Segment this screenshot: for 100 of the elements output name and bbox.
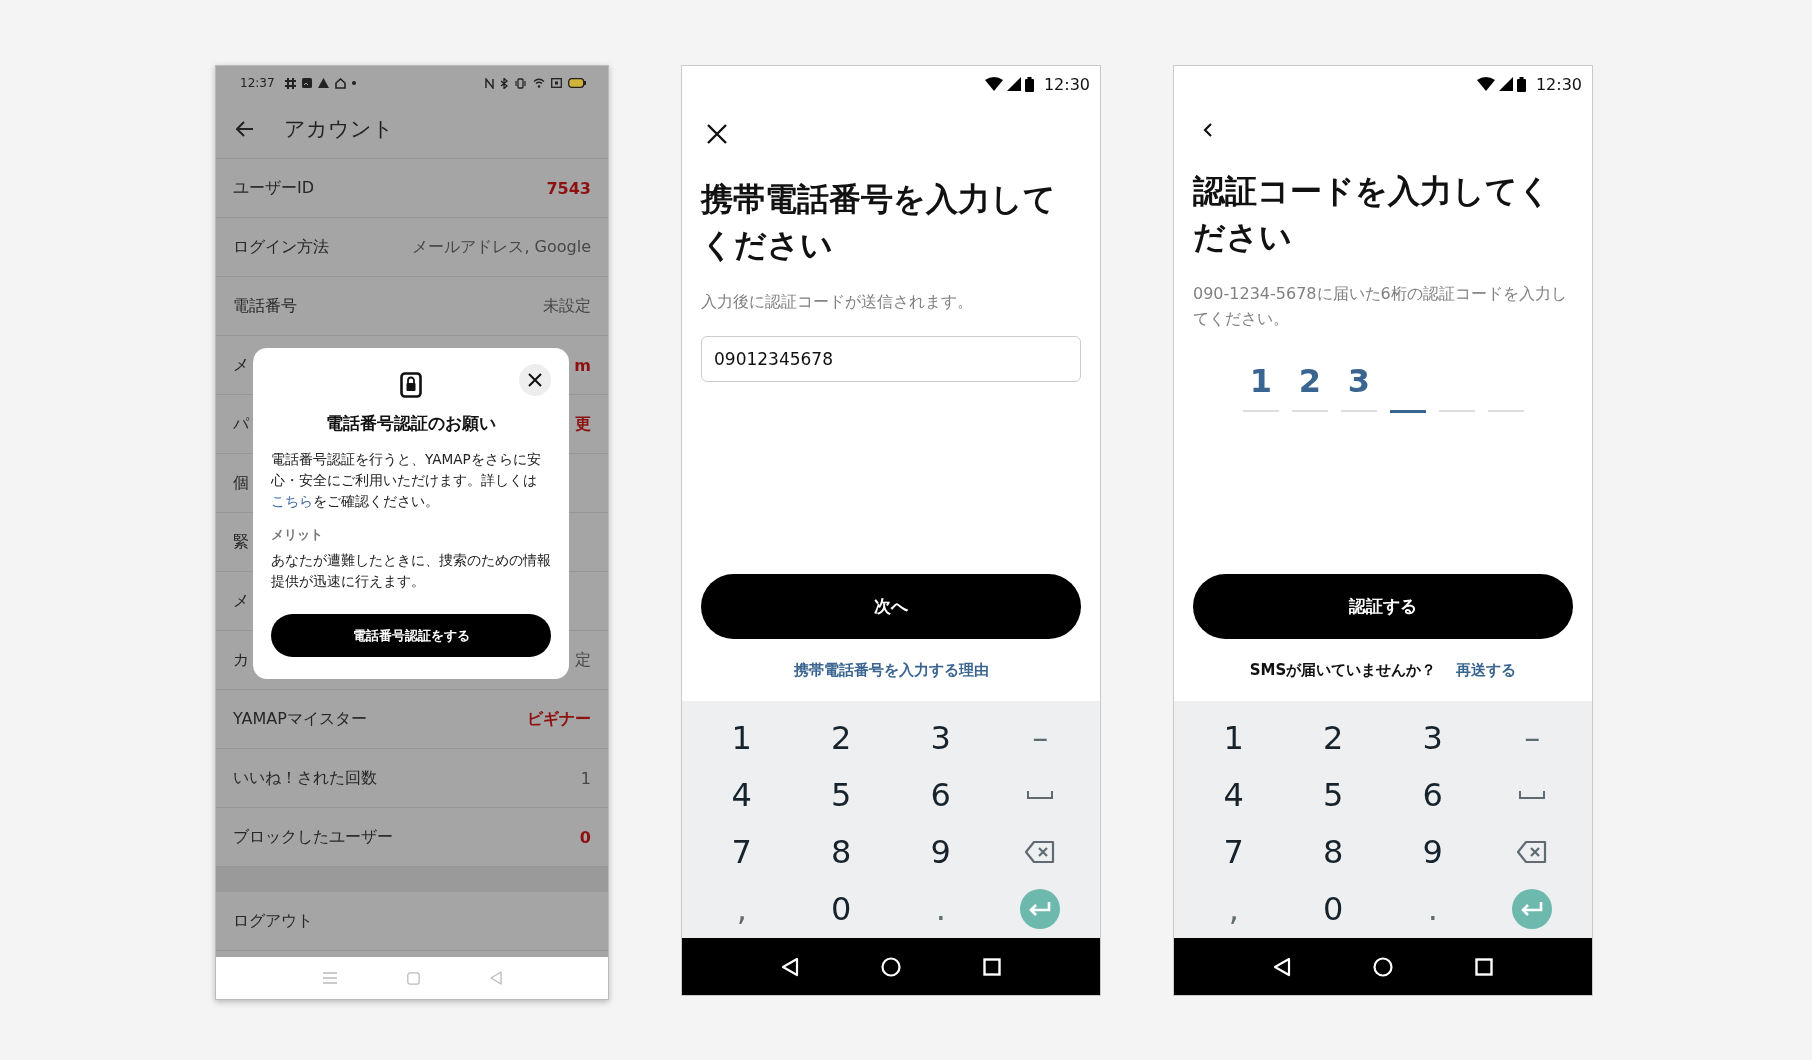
nfc-icon [485, 77, 494, 89]
home-icon[interactable] [881, 956, 901, 977]
wifi-icon [1476, 77, 1495, 91]
signal-icon [1498, 77, 1513, 91]
settings-row[interactable]: いいね！された回数 1 [216, 749, 608, 808]
keyboard-key[interactable]: – [990, 709, 1090, 767]
close-icon[interactable] [707, 124, 727, 144]
keyboard-key[interactable]: , [692, 880, 792, 938]
dot-icon [351, 81, 356, 85]
hash-icon [284, 77, 296, 89]
link[interactable]: こちら [271, 493, 313, 510]
settings-row[interactable]: ユーザーID 7543 [216, 159, 608, 218]
row-label: ブロックしたユーザー [233, 826, 393, 848]
back-arrow-icon[interactable] [236, 121, 254, 137]
space-key-icon[interactable] [1027, 789, 1054, 800]
keyboard-key[interactable]: , [1184, 880, 1284, 938]
back-chevron-icon[interactable] [1203, 122, 1213, 138]
phone-lock-icon [400, 372, 422, 398]
keyboard-key[interactable]: 6 [1383, 766, 1483, 824]
signal-icon [1006, 77, 1021, 91]
code-slot-underline[interactable] [1390, 409, 1426, 413]
row-label: いいね！された回数 [233, 767, 377, 789]
row-label: カ [233, 649, 249, 671]
keyboard-key[interactable]: 6 [891, 766, 991, 824]
keyboard-key[interactable]: 7 [1184, 823, 1284, 881]
row-value: ビギナー [527, 708, 591, 730]
row-label: 電話番号 [233, 295, 297, 317]
verify-button[interactable]: 認証する [1193, 574, 1573, 639]
row-value: 7543 [546, 178, 591, 198]
reason-link[interactable]: 携帯電話番号を入力する理由 [793, 660, 989, 680]
bluetooth-icon [500, 77, 508, 89]
row-value: 未設定 [543, 295, 591, 317]
row-label: ログアウト [233, 910, 313, 932]
code-digit: 1 [1249, 361, 1273, 402]
keyboard-key[interactable]: 3 [1383, 709, 1483, 767]
row-label: YAMAPマイスター [233, 708, 367, 730]
settings-row[interactable]: YAMAPマイスター ビギナー [216, 690, 608, 749]
screen-icon [551, 78, 562, 88]
keyboard-key[interactable]: 0 [1283, 880, 1383, 938]
row-value: 1 [580, 768, 591, 788]
keyboard-key[interactable]: 1 [692, 709, 792, 767]
keyboard-key[interactable]: 4 [692, 766, 792, 824]
keyboard-key[interactable]: 1 [1184, 709, 1284, 767]
keyboard-key[interactable]: – [1482, 709, 1582, 767]
keyboard-key[interactable]: 2 [1283, 709, 1383, 767]
row-label: ユーザーID [233, 177, 315, 199]
row-label: メ [233, 354, 249, 376]
house-icon [334, 77, 346, 89]
row-value: メールアドレス, Google [412, 236, 591, 258]
resend-link[interactable]: 再送する [1456, 660, 1517, 680]
settings-row[interactable]: ログイン方法 メールアドレス, Google [216, 218, 608, 277]
keyboard-key[interactable]: . [891, 880, 991, 938]
row-label: ログイン方法 [233, 236, 329, 258]
recents-icon[interactable] [1475, 957, 1493, 976]
row-label: メ [233, 590, 249, 612]
backspace-icon[interactable] [1517, 840, 1548, 865]
resend-prompt: SMSが届いていませんか？ [1249, 660, 1437, 680]
keyboard-key[interactable]: 3 [891, 709, 991, 767]
close-icon [528, 373, 542, 387]
keyboard-key[interactable]: 0 [791, 880, 891, 938]
row-value: 定 [575, 649, 591, 671]
keyboard-key[interactable]: . [1383, 880, 1483, 938]
backspace-icon[interactable] [1025, 840, 1056, 865]
row-value: m [574, 355, 591, 375]
battery-icon [1516, 76, 1526, 92]
status-time: 12:30 [1535, 74, 1582, 94]
triangle-icon [317, 78, 329, 88]
row-label: 緊 [233, 531, 249, 553]
code-digit: 2 [1298, 361, 1322, 402]
keyboard-key[interactable]: 7 [692, 823, 792, 881]
recents-icon[interactable] [983, 957, 1001, 976]
settings-row[interactable]: 電話番号 未設定 [216, 277, 608, 336]
status-time: 12:37 [240, 76, 275, 90]
verify-phone-button[interactable]: 電話番号認証をする [271, 614, 551, 658]
keyboard-key[interactable]: 8 [791, 823, 891, 881]
image-icon [301, 78, 312, 88]
vibrate-icon [514, 77, 527, 89]
code-digit: 3 [1347, 361, 1371, 402]
keyboard-key[interactable]: 5 [791, 766, 891, 824]
keyboard-key[interactable]: 8 [1283, 823, 1383, 881]
wifi-icon [533, 78, 545, 88]
keyboard-key[interactable]: 9 [1383, 823, 1483, 881]
row-value: 更 [575, 413, 591, 435]
instruction-text: 090-1234-5678に届いた6桁の認証コードを入力してください。 [1193, 282, 1568, 331]
next-button[interactable]: 次へ [701, 574, 1081, 639]
row-label: 個 [233, 472, 249, 494]
keyboard-key[interactable]: 4 [1184, 766, 1284, 824]
keyboard-key[interactable]: 9 [891, 823, 991, 881]
page-title: 携帯電話番号を入力してください [701, 179, 1057, 267]
keyboard-key[interactable]: 5 [1283, 766, 1383, 824]
instruction-text: 入力後に認証コードが送信されます。 [701, 290, 974, 313]
keyboard-key[interactable]: 2 [791, 709, 891, 767]
wifi-icon [984, 77, 1003, 91]
phone-number-field[interactable]: 09012345678 [701, 336, 1081, 383]
battery-icon [568, 78, 586, 88]
home-icon[interactable] [1373, 956, 1393, 977]
close-button[interactable] [519, 364, 551, 396]
merit-text: あなたが遭難したときに、捜索のための情報提供が迅速に行えます。 [271, 551, 551, 592]
space-key-icon[interactable] [1519, 789, 1546, 800]
page-title: 認証コードを入力してください [1193, 171, 1552, 259]
